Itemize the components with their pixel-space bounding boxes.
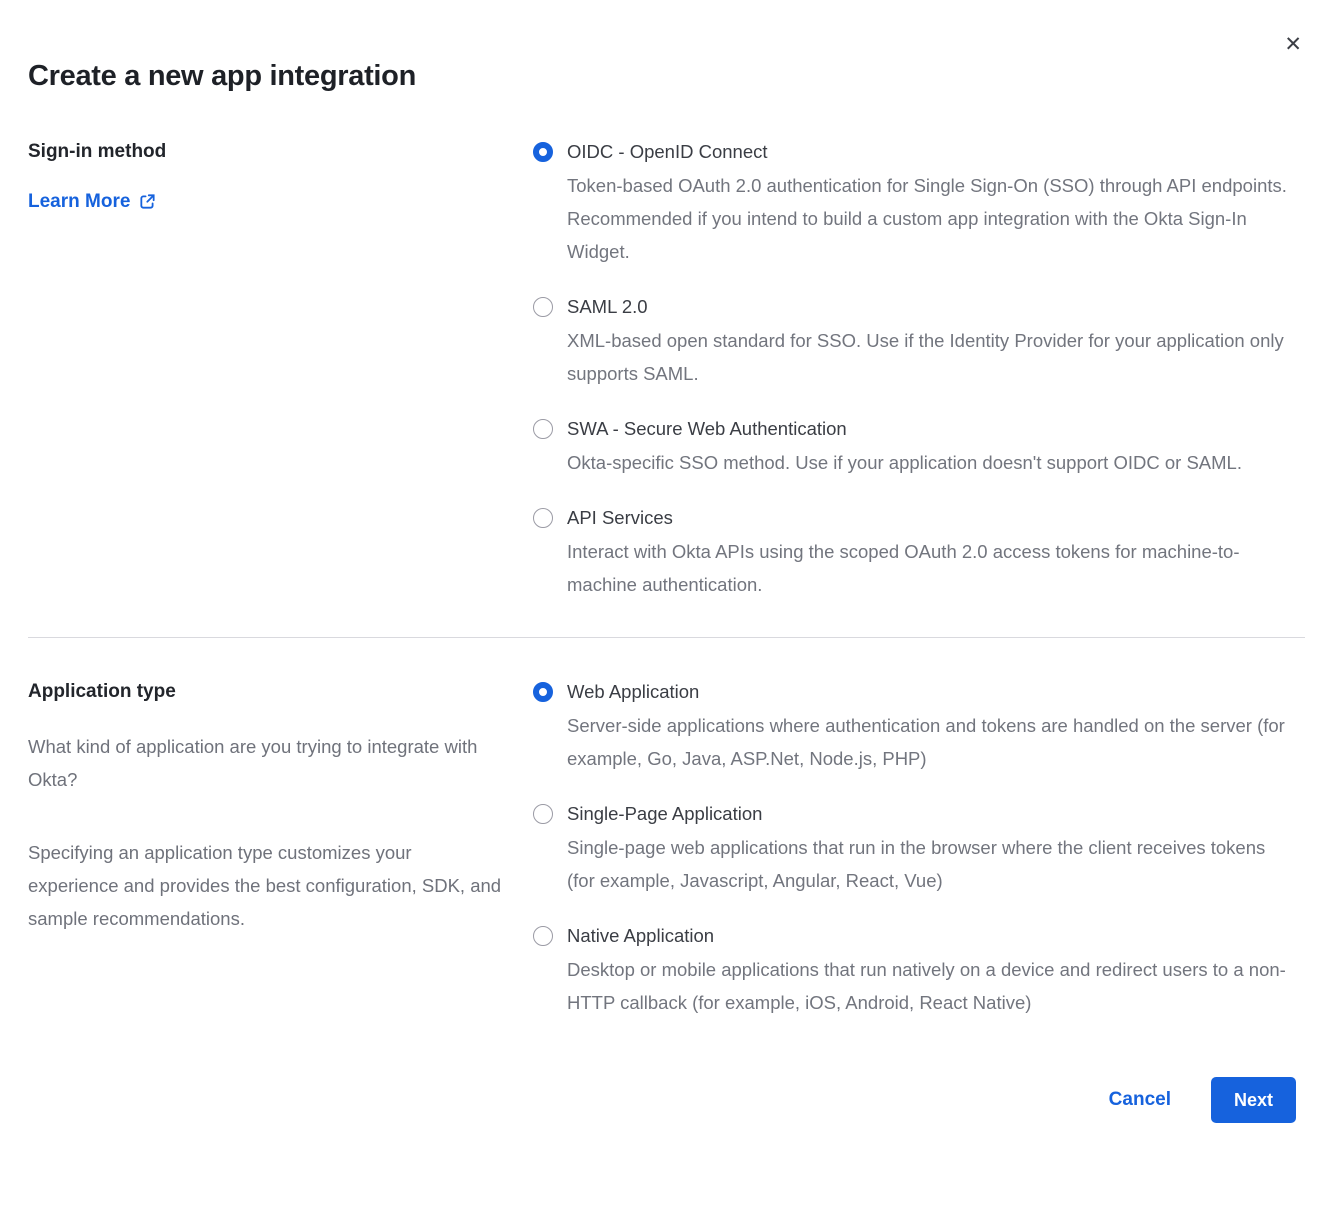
radio-option-swa-secure-web-authentication[interactable]: SWA - Secure Web Authentication Okta-spe… [533,417,1302,479]
radio-option-label: SAML 2.0 [567,295,1293,319]
create-app-integration-dialog: ✕ Create a new app integration Sign-in m… [0,0,1332,1210]
radio-option-description: Okta-specific SSO method. Use if your ap… [567,446,1242,479]
close-icon[interactable]: ✕ [1284,34,1302,55]
radio-icon[interactable] [533,926,553,946]
radio-option-description: Token-based OAuth 2.0 authentication for… [567,169,1293,268]
sign-in-method-label: Sign-in method [28,140,533,163]
radio-option-single-page-application[interactable]: Single-Page Application Single-page web … [533,802,1302,897]
radio-option-body: Native Application Desktop or mobile app… [567,924,1293,1019]
application-type-hint: Specifying an application type customize… [28,836,506,935]
radio-icon[interactable] [533,508,553,528]
cancel-button[interactable]: Cancel [1109,1089,1171,1111]
sign-in-method-options: OIDC - OpenID Connect Token-based OAuth … [533,140,1302,601]
radio-option-body: Single-Page Application Single-page web … [567,802,1293,897]
page-title: Create a new app integration [28,58,1302,94]
radio-option-api-services[interactable]: API Services Interact with Okta APIs usi… [533,506,1302,601]
sign-in-method-left-column: Sign-in method Learn More [28,140,533,213]
radio-option-body: Web Application Server-side applications… [567,680,1293,775]
learn-more-link[interactable]: Learn More [28,190,156,213]
radio-option-label: Native Application [567,924,1293,948]
radio-icon[interactable] [533,142,553,162]
radio-option-body: SAML 2.0 XML-based open standard for SSO… [567,295,1293,390]
application-type-question: What kind of application are you trying … [28,730,506,796]
radio-option-saml-2-0[interactable]: SAML 2.0 XML-based open standard for SSO… [533,295,1302,390]
learn-more-label: Learn More [28,190,130,213]
sign-in-method-section: Sign-in method Learn More OIDC - OpenID … [28,140,1302,601]
next-button[interactable]: Next [1211,1077,1296,1123]
radio-icon[interactable] [533,419,553,439]
radio-option-body: API Services Interact with Okta APIs usi… [567,506,1293,601]
radio-option-label: API Services [567,506,1293,530]
radio-option-description: Interact with Okta APIs using the scoped… [567,535,1293,601]
application-type-label: Application type [28,680,533,703]
external-link-icon [139,193,156,210]
dialog-footer: Cancel Next [28,1077,1302,1123]
radio-option-description: Server-side applications where authentic… [567,709,1293,775]
radio-icon[interactable] [533,682,553,702]
radio-option-label: OIDC - OpenID Connect [567,140,1293,164]
radio-option-body: OIDC - OpenID Connect Token-based OAuth … [567,140,1293,268]
radio-option-description: XML-based open standard for SSO. Use if … [567,324,1293,390]
radio-option-native-application[interactable]: Native Application Desktop or mobile app… [533,924,1302,1019]
application-type-section: Application type What kind of applicatio… [28,638,1302,1019]
radio-option-body: SWA - Secure Web Authentication Okta-spe… [567,417,1242,479]
application-type-options: Web Application Server-side applications… [533,680,1302,1019]
radio-option-label: SWA - Secure Web Authentication [567,417,1242,441]
radio-option-oidc-openid-connect[interactable]: OIDC - OpenID Connect Token-based OAuth … [533,140,1302,268]
radio-icon[interactable] [533,297,553,317]
radio-option-web-application[interactable]: Web Application Server-side applications… [533,680,1302,775]
application-type-left-column: Application type What kind of applicatio… [28,680,533,935]
radio-option-label: Web Application [567,680,1293,704]
radio-option-description: Single-page web applications that run in… [567,831,1293,897]
radio-icon[interactable] [533,804,553,824]
radio-option-label: Single-Page Application [567,802,1293,826]
radio-option-description: Desktop or mobile applications that run … [567,953,1293,1019]
